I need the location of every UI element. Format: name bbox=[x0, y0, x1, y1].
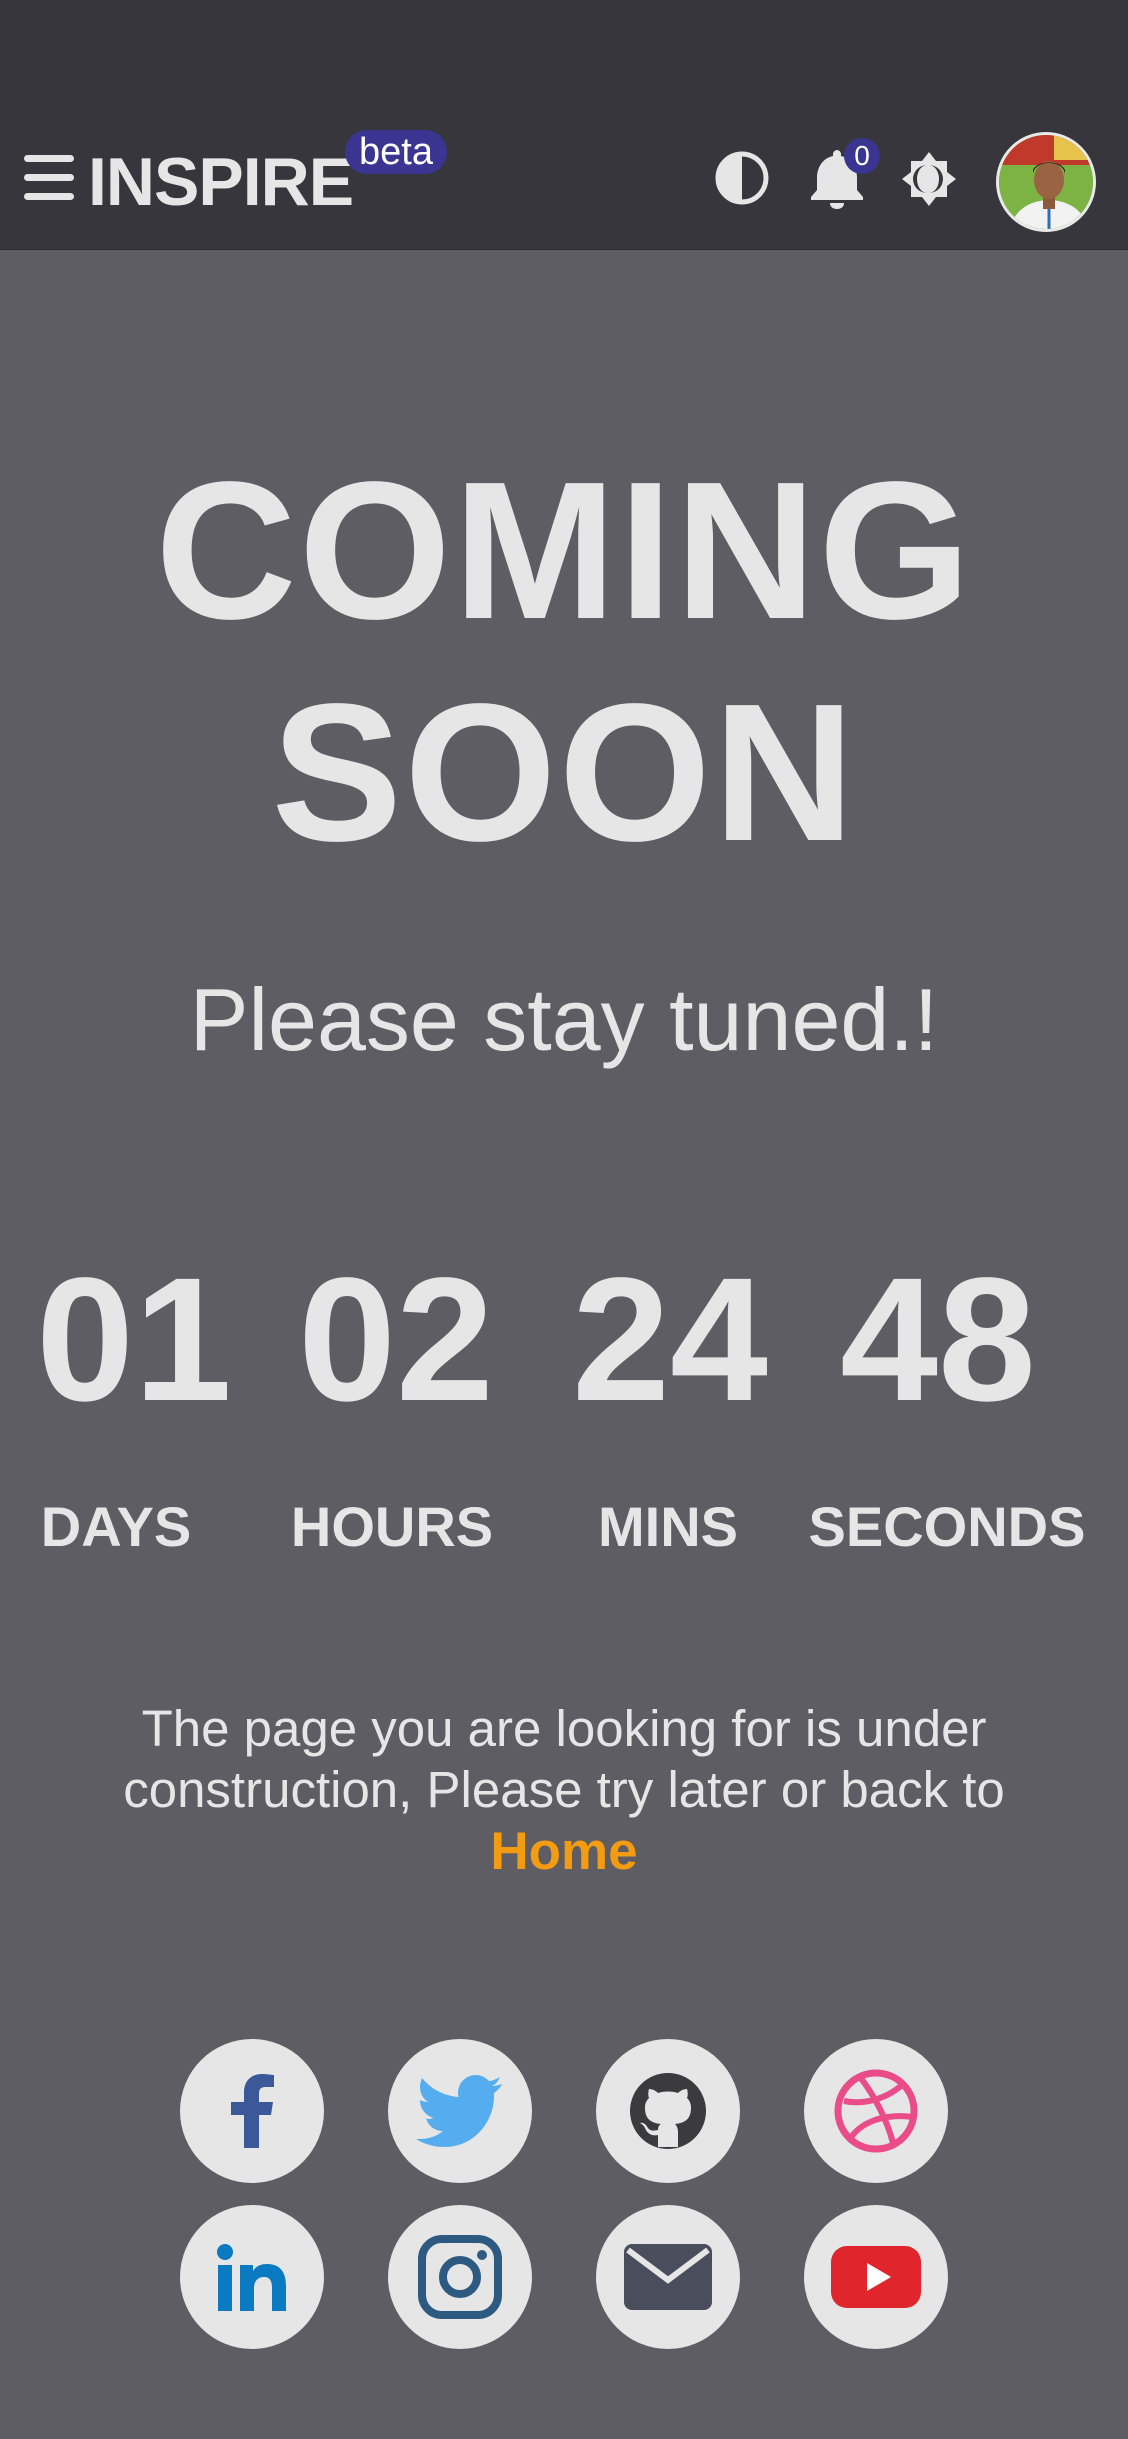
brightness-icon[interactable] bbox=[900, 150, 958, 208]
twitter-icon bbox=[416, 2075, 502, 2147]
github-button[interactable] bbox=[596, 2039, 740, 2183]
countdown-seconds-value: 48 bbox=[840, 1242, 1036, 1438]
countdown-days-label: DAYS bbox=[40, 1495, 192, 1558]
linkedin-icon bbox=[217, 2244, 286, 2311]
countdown-mins-value: 24 bbox=[572, 1242, 768, 1438]
facebook-button[interactable] bbox=[180, 2039, 324, 2183]
linkedin-button[interactable] bbox=[180, 2205, 324, 2349]
status-bar bbox=[0, 0, 1128, 110]
contrast-icon[interactable] bbox=[714, 150, 770, 206]
facebook-icon bbox=[231, 2074, 274, 2148]
page-title: COMING SOON bbox=[0, 440, 1128, 884]
countdown-seconds-label: SECONDS bbox=[808, 1495, 1086, 1558]
email-icon bbox=[624, 2244, 712, 2310]
countdown-days-value: 01 bbox=[36, 1242, 232, 1438]
top-navbar: INSPIRE beta 0 bbox=[0, 110, 1128, 250]
message-line-1: The page you are looking for is under bbox=[141, 1700, 987, 1757]
title-line-1: COMING bbox=[155, 441, 973, 660]
github-icon bbox=[630, 2073, 706, 2149]
countdown-hours-value: 02 bbox=[298, 1242, 494, 1438]
message-line-2: construction, Please try later or back t… bbox=[123, 1761, 1005, 1818]
countdown-hours-label: HOURS bbox=[290, 1495, 494, 1558]
subtitle: Please stay tuned.! bbox=[189, 970, 939, 1069]
notification-count-badge: 0 bbox=[844, 138, 880, 174]
youtube-button[interactable] bbox=[804, 2205, 948, 2349]
twitter-button[interactable] bbox=[388, 2039, 532, 2183]
home-link[interactable]: Home bbox=[60, 1820, 1068, 1884]
brand-logo[interactable]: INSPIRE bbox=[88, 142, 354, 222]
title-line-2: SOON bbox=[271, 663, 857, 882]
instagram-button[interactable] bbox=[388, 2205, 532, 2349]
instagram-icon bbox=[418, 2235, 502, 2319]
dribbble-button[interactable] bbox=[804, 2039, 948, 2183]
construction-message: The page you are looking for is under co… bbox=[60, 1698, 1068, 1884]
user-avatar[interactable] bbox=[996, 132, 1096, 232]
beta-badge: beta bbox=[345, 130, 447, 174]
youtube-icon bbox=[831, 2246, 921, 2308]
countdown-mins-label: MINS bbox=[598, 1495, 738, 1558]
menu-icon[interactable] bbox=[24, 155, 74, 201]
dribbble-icon bbox=[834, 2069, 918, 2153]
email-button[interactable] bbox=[596, 2205, 740, 2349]
